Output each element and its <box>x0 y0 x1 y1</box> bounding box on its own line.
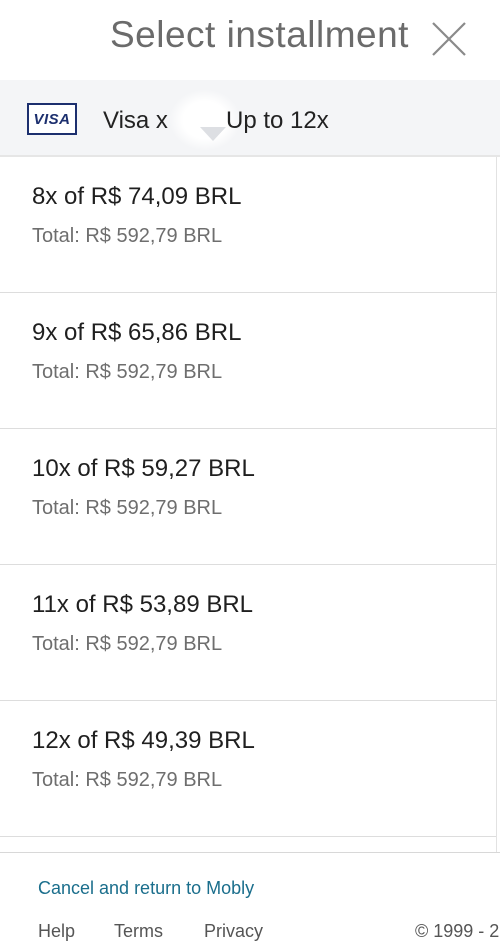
installment-total: Total: R$ 592,79 BRL <box>32 225 223 247</box>
installment-amount: 8x of R$ 74,09 BRL <box>32 183 242 210</box>
copyright-text: © 1999 - 2 <box>415 921 500 941</box>
close-button[interactable] <box>430 20 468 58</box>
installment-total: Total: R$ 592,79 BRL <box>32 633 223 655</box>
installment-dialog: Select installment VISA Visa x Up to 12x… <box>0 0 500 946</box>
visa-card-icon: VISA <box>27 103 77 135</box>
help-link[interactable]: Help <box>38 921 75 942</box>
installment-amount: 9x of R$ 65,86 BRL <box>32 319 242 346</box>
installment-total: Total: R$ 592,79 BRL <box>32 769 223 791</box>
installment-option-8x[interactable]: 8x of R$ 74,09 BRL Total: R$ 592,79 BRL <box>0 157 496 293</box>
close-icon <box>432 22 466 56</box>
installment-amount: 12x of R$ 49,39 BRL <box>32 727 255 754</box>
card-selector[interactable]: VISA Visa x Up to 12x <box>0 80 500 157</box>
installment-option-11x[interactable]: 11x of R$ 53,89 BRL Total: R$ 592,79 BRL <box>0 565 496 701</box>
page-title: Select installment <box>110 14 409 55</box>
card-plan-label: Up to 12x <box>226 107 329 134</box>
installment-amount: 10x of R$ 59,27 BRL <box>32 455 255 482</box>
installment-option-12x[interactable]: 12x of R$ 49,39 BRL Total: R$ 592,79 BRL <box>0 701 496 837</box>
installment-total: Total: R$ 592,79 BRL <box>32 497 223 519</box>
card-brand-text: VISA <box>33 110 71 128</box>
installment-option-9x[interactable]: 9x of R$ 65,86 BRL Total: R$ 592,79 BRL <box>0 293 496 429</box>
terms-link[interactable]: Terms <box>114 921 163 942</box>
installment-total: Total: R$ 592,79 BRL <box>32 361 223 383</box>
card-label: Visa x <box>103 107 168 134</box>
installment-option-10x[interactable]: 10x of R$ 59,27 BRL Total: R$ 592,79 BRL <box>0 429 496 565</box>
dialog-header: Select installment <box>0 0 500 80</box>
installment-amount: 11x of R$ 53,89 BRL <box>32 591 254 618</box>
privacy-link[interactable]: Privacy <box>204 921 263 942</box>
chevron-down-icon <box>200 127 226 141</box>
installment-list[interactable]: 8x of R$ 74,09 BRL Total: R$ 592,79 BRL … <box>0 157 497 852</box>
dialog-footer: Cancel and return to Mobly Help Terms Pr… <box>0 852 500 946</box>
cancel-return-link[interactable]: Cancel and return to Mobly <box>38 878 254 899</box>
